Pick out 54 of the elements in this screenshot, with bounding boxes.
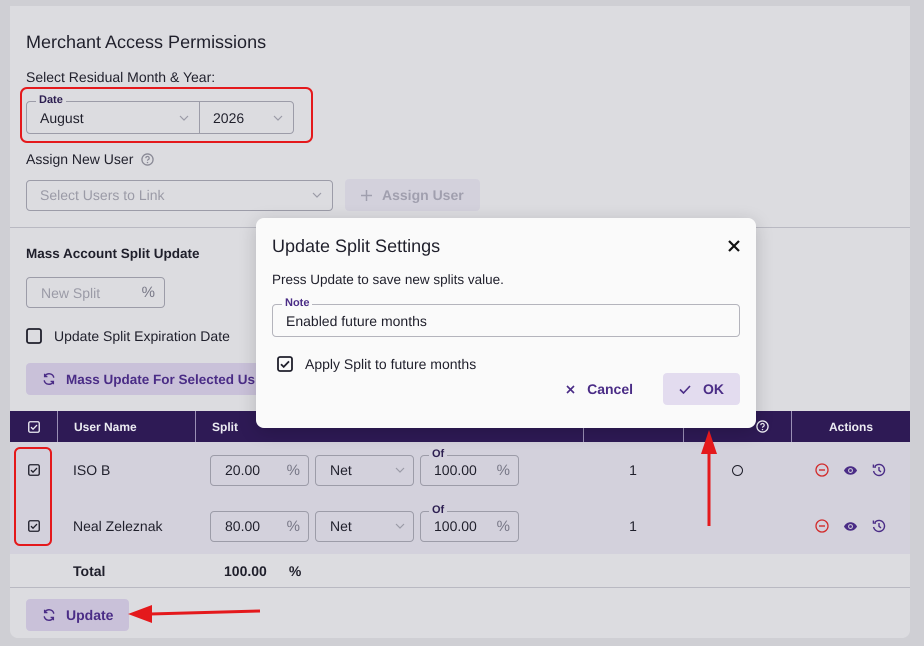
row-checkbox[interactable] bbox=[28, 464, 40, 476]
total-unit: % bbox=[288, 562, 302, 578]
user-name: Neal Zeleznak bbox=[73, 518, 162, 534]
refresh-icon bbox=[42, 372, 56, 386]
help-icon bbox=[141, 152, 154, 166]
checkbox-label: Apply Split to future months bbox=[305, 356, 476, 372]
chevron-down-icon bbox=[179, 114, 189, 120]
chevron-down-icon bbox=[395, 467, 405, 473]
eye-icon[interactable] bbox=[843, 520, 858, 532]
checkbox-label: Update Split Expiration Date bbox=[54, 328, 230, 344]
year-select[interactable]: 2026 bbox=[200, 102, 293, 133]
plus-icon bbox=[361, 190, 372, 200]
eye-icon[interactable] bbox=[843, 464, 858, 476]
checkbox[interactable] bbox=[277, 356, 293, 372]
row-checkbox[interactable] bbox=[28, 520, 40, 532]
month-select[interactable]: August bbox=[27, 102, 200, 133]
header-checkbox[interactable] bbox=[28, 420, 40, 432]
user-name: ISO B bbox=[73, 462, 110, 478]
section-title: Mass Account Split Update bbox=[26, 245, 200, 263]
assign-label: Assign New User bbox=[26, 150, 134, 168]
field-label: Of bbox=[429, 502, 448, 516]
history-icon[interactable] bbox=[872, 463, 886, 477]
close-icon bbox=[566, 384, 576, 394]
dialog-title: Update Split Settings bbox=[272, 235, 440, 257]
pay-level: 1 bbox=[629, 518, 637, 534]
check-icon bbox=[679, 384, 691, 394]
page-title: Merchant Access Permissions bbox=[26, 31, 268, 54]
chevron-down-icon bbox=[395, 523, 405, 529]
update-button[interactable]: Update bbox=[26, 599, 130, 631]
total-value: 100.00 bbox=[224, 562, 267, 578]
ok-button[interactable]: OK bbox=[663, 373, 740, 405]
chevron-down-icon bbox=[273, 114, 283, 120]
basis-select[interactable]: Net bbox=[315, 454, 414, 486]
history-icon[interactable] bbox=[872, 519, 886, 533]
date-prompt: Select Residual Month & Year: bbox=[26, 68, 216, 86]
help-icon bbox=[756, 420, 769, 433]
pay-level: 1 bbox=[629, 462, 637, 478]
remove-icon[interactable] bbox=[815, 519, 829, 533]
checkbox[interactable] bbox=[26, 328, 42, 344]
cancel-button[interactable]: Cancel bbox=[554, 373, 645, 405]
refresh-icon bbox=[42, 608, 56, 622]
close-icon[interactable] bbox=[728, 240, 740, 252]
split-input[interactable]: 80.00 % bbox=[210, 510, 309, 542]
column-header: Actions bbox=[828, 420, 873, 434]
field-label: Of bbox=[429, 446, 448, 460]
primary-radio[interactable] bbox=[732, 464, 742, 476]
split-input[interactable]: 20.00 % bbox=[210, 454, 309, 486]
column-header: User Name bbox=[74, 420, 137, 434]
dialog-message: Press Update to save new splits value. bbox=[272, 272, 505, 287]
basis-select[interactable]: Net bbox=[315, 510, 414, 542]
chevron-down-icon bbox=[312, 192, 322, 198]
column-header: Split bbox=[212, 420, 238, 434]
remove-icon[interactable] bbox=[815, 463, 829, 477]
total-label: Total bbox=[73, 562, 106, 578]
